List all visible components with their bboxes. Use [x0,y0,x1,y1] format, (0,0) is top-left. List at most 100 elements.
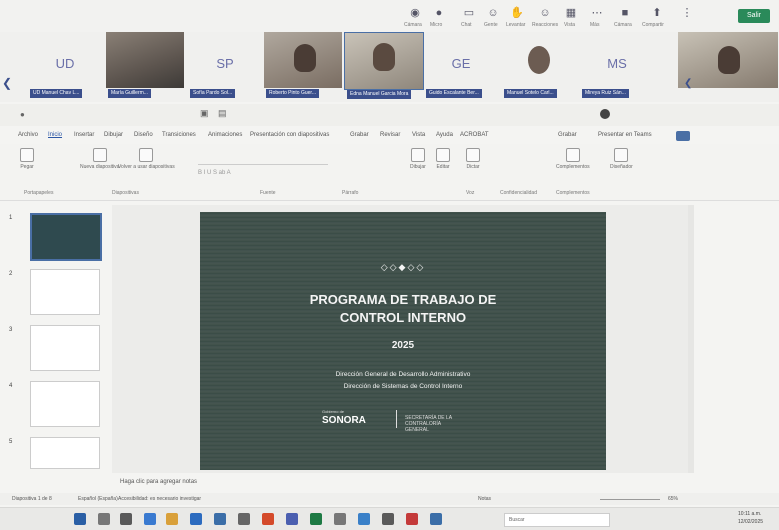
addins-button[interactable]: Complementos [556,148,590,170]
tab-transiciones[interactable]: Transiciones [162,132,196,138]
language-status[interactable]: Español (España) [78,496,118,502]
tab-revisar[interactable]: Revisar [380,132,400,138]
reuse-slides-button[interactable]: Volver a usar diapositivas [118,148,175,170]
participant-tile[interactable]: GE Guido Escalante Ber... [424,32,498,98]
windows-start-icon[interactable] [74,513,86,525]
slide-thumbnail[interactable] [30,325,100,371]
participant-video[interactable]: María Guillerm... [106,32,184,98]
participant-tile[interactable]: UD UD Manuel Chav L... [28,32,102,98]
chrome-icon[interactable] [358,513,370,525]
share-icon[interactable]: ⬆ [650,6,664,20]
view-mode-icon[interactable]: ▤ [218,108,227,119]
participant-face [373,43,395,71]
word-icon[interactable] [214,513,226,525]
current-slide[interactable]: ◇◇◆◇◇ PROGRAMA DE TRABAJO DE CONTROL INT… [200,212,606,470]
acrobat-icon[interactable] [406,513,418,525]
taskbar-search-input[interactable]: Buscar [504,513,610,527]
present-icon[interactable]: ▣ [200,108,209,119]
microphone-icon[interactable]: ● [432,6,446,20]
participant-tile[interactable]: MS Mireya Ruiz Sán... [580,32,654,98]
tab-insertar[interactable]: Insertar [74,132,94,138]
leave-button[interactable]: Salir [738,9,770,23]
tab-grabar[interactable]: Grabar [350,132,369,138]
teams-icon[interactable] [286,513,298,525]
toolbar-label: Levantar [506,22,526,28]
view-icon[interactable]: ▦ [564,6,578,20]
reactions-icon[interactable]: ☺ [538,6,552,20]
toolbar-label: Gente [484,22,498,28]
app-icon[interactable] [334,513,346,525]
search-icon[interactable] [98,513,110,525]
app-icon[interactable] [382,513,394,525]
designer-button[interactable]: Diseñador [610,148,633,170]
strip-left-arrow-icon[interactable]: ❮ [2,76,12,90]
slide-number: 5 [9,439,13,445]
apps-icon[interactable]: ⋮ [680,6,694,20]
participant-name: Manuel Sotelo Carl... [504,89,557,98]
present-teams-button[interactable]: Presentar en Teams [598,132,652,138]
group-label: Párrafo [342,190,359,196]
participant-video-active[interactable]: Edna Manuel Garcia Mora [344,32,424,99]
zoom-slider[interactable] [600,499,660,500]
tab-acrobat[interactable]: ACROBAT [460,132,489,138]
excel-icon[interactable] [310,513,322,525]
tab-ayuda[interactable]: Ayuda [436,132,453,138]
participant-video[interactable] [678,32,778,88]
draw-label: Dibujar [410,164,426,170]
app-icon[interactable] [238,513,250,525]
powerpoint-icon[interactable] [262,513,274,525]
zoom-level[interactable]: 65% [668,496,678,502]
account-avatar[interactable] [600,109,610,119]
ribbon-tabs: Archivo Inicio Insertar Dibujar Diseño T… [0,130,779,144]
vertical-scrollbar[interactable] [688,205,694,473]
camera-toggle-icon[interactable]: ■ [618,6,632,20]
paste-button[interactable]: Pegar [20,148,34,170]
record-button[interactable]: Grabar [558,132,577,138]
outlook-icon[interactable] [190,513,202,525]
participant-tile[interactable]: Manuel Sotelo Carl... [502,32,576,98]
notes-button[interactable]: Notas [478,496,491,502]
dictate-button[interactable]: Dictar [466,148,480,170]
slide-title: PROGRAMA DE TRABAJO DE [309,292,497,307]
people-icon[interactable]: ☺ [486,6,500,20]
camera-icon[interactable]: ◉ [408,6,422,20]
slide-thumbnail[interactable] [30,213,102,261]
app-icon[interactable] [430,513,442,525]
participant-initials: UD [55,56,75,71]
tab-archivo[interactable]: Archivo [18,132,38,138]
strip-right-arrow-icon[interactable]: ❮ [684,78,692,89]
tab-diseno[interactable]: Diseño [134,132,153,138]
clock-date: 12/02/2025 [738,519,764,525]
edge-icon[interactable] [144,513,156,525]
group-label: Confidencialidad [500,190,537,196]
more-icon[interactable]: ⋯ [590,6,604,20]
slide-number: 3 [9,327,13,333]
participant-video[interactable]: Roberto Pinto Guer... [264,32,342,98]
tab-inicio[interactable]: Inicio [48,132,62,138]
slide-thumbnail[interactable] [30,381,100,427]
participant-name: Guido Escalante Ber... [426,89,482,98]
save-icon[interactable]: ● [20,110,25,119]
tab-animaciones[interactable]: Animaciones [208,132,242,138]
slide-title: CONTROL INTERNO [339,310,467,325]
share-icon[interactable] [676,131,690,141]
slide-thumbnail[interactable] [30,437,100,469]
tab-vista[interactable]: Vista [412,132,425,138]
chat-icon[interactable]: ▭ [462,6,476,20]
draw-button[interactable]: Dibujar [410,148,426,170]
raise-hand-icon[interactable]: ✋ [510,6,524,20]
file-explorer-icon[interactable] [166,513,178,525]
notes-input[interactable]: Haga clic para agregar notas [112,475,700,489]
font-selector[interactable] [198,156,328,165]
font-format-row[interactable]: B I U S ab A [198,170,328,178]
edit-button[interactable]: Editar [436,148,450,170]
tab-dibujar[interactable]: Dibujar [104,132,123,138]
participant-tile[interactable]: SP Sofía Pardo Sol... [188,32,262,98]
ribbon: Pegar Nueva diapositiva Volver a usar di… [0,144,779,201]
toolbar-label: Chat [461,22,472,28]
tab-presentacion[interactable]: Presentación con diapositivas [250,132,329,138]
task-view-icon[interactable] [120,513,132,525]
slide-thumbnail[interactable] [30,269,100,315]
new-slide-button[interactable]: Nueva diapositiva [80,148,119,170]
accessibility-status[interactable]: Accesibilidad: es necesario investigar [118,496,201,502]
